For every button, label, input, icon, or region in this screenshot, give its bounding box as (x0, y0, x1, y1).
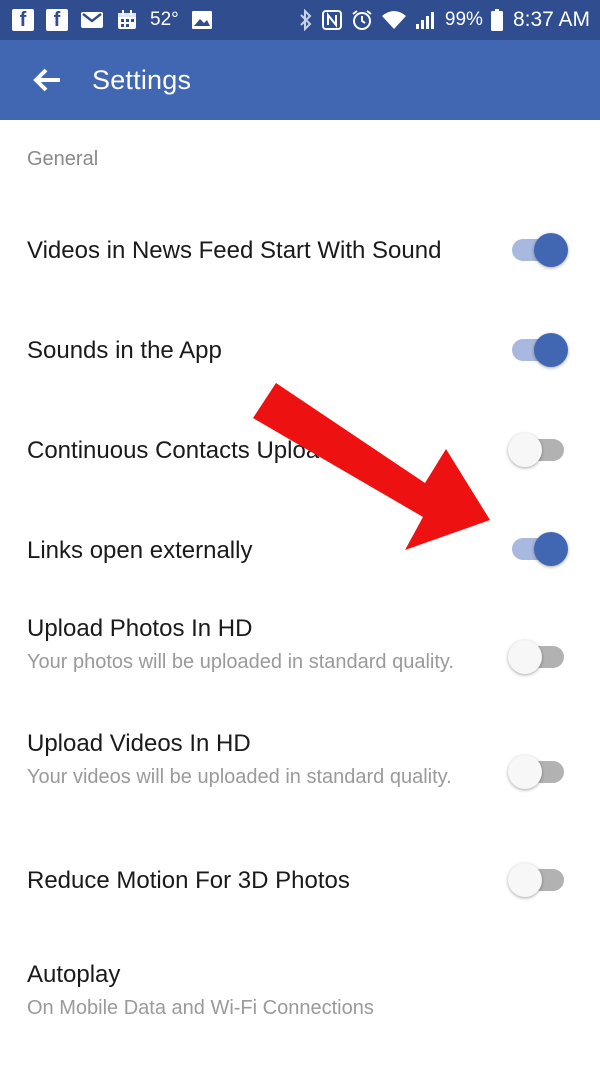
back-button[interactable] (24, 57, 70, 103)
reduce-motion-toggle[interactable] (508, 860, 570, 900)
toggle-knob (534, 532, 568, 566)
setting-autoplay[interactable]: Autoplay On Mobile Data and Wi-Fi Connec… (0, 960, 600, 1022)
setting-subtitle: Your photos will be uploaded in standard… (27, 651, 454, 673)
app-bar: Settings (0, 40, 600, 120)
upload-photos-hd-toggle[interactable] (508, 637, 570, 677)
toggle-knob (534, 333, 568, 367)
sounds-in-app-toggle[interactable] (508, 330, 570, 370)
toggle-knob (534, 233, 568, 267)
battery-icon (490, 9, 503, 31)
toggle-knob (508, 863, 542, 897)
status-bar-left: f f 52° (12, 9, 213, 31)
alarm-icon (351, 9, 373, 31)
section-header-general: General (27, 148, 99, 170)
status-bar: f f 52° 99% 8:37 AM (0, 0, 600, 40)
battery-percent: 99% (444, 9, 483, 30)
facebook-icon: f (12, 9, 34, 31)
continuous-contacts-toggle[interactable] (508, 430, 570, 470)
calendar-icon (116, 9, 138, 31)
toggle-knob (508, 640, 542, 674)
setting-subtitle: On Mobile Data and Wi-Fi Connections (27, 997, 374, 1019)
nfc-icon (321, 9, 343, 31)
toggle-knob (508, 755, 542, 789)
image-icon (191, 10, 213, 30)
signal-icon (415, 10, 437, 30)
page-title: Settings (92, 64, 192, 95)
setting-subtitle: Your videos will be uploaded in standard… (27, 766, 452, 788)
upload-videos-hd-toggle[interactable] (508, 752, 570, 792)
facebook-icon: f (46, 9, 68, 31)
videos-sound-toggle[interactable] (508, 230, 570, 270)
bluetooth-icon (299, 9, 313, 31)
weather-temperature: 52° (150, 9, 179, 30)
links-external-toggle[interactable] (508, 529, 570, 569)
clock: 8:37 AM (512, 8, 590, 31)
red-arrow-icon (253, 383, 490, 550)
back-arrow-icon (33, 68, 60, 92)
status-bar-right: 99% 8:37 AM (299, 8, 590, 32)
setting-title: Autoplay (27, 961, 121, 988)
wifi-icon (381, 10, 407, 30)
gmail-icon (80, 10, 104, 30)
toggle-knob (508, 433, 542, 467)
